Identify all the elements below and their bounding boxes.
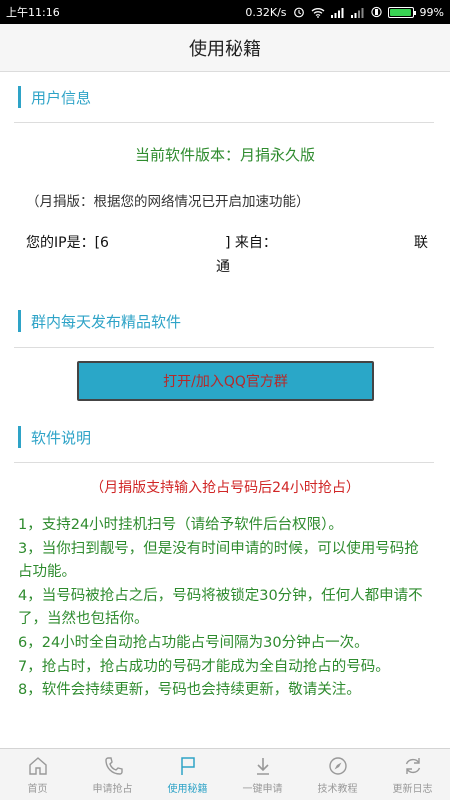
ip-value-redacted xyxy=(109,232,225,252)
ip-origin-label: ] 来自： xyxy=(224,235,277,251)
alarm-icon xyxy=(293,6,305,18)
refresh-icon xyxy=(405,757,420,774)
page-title: 使用秘籍 xyxy=(189,38,261,60)
list-item: 3，当你扫到靓号，但是没有时间申请的时候，可以使用号码抢占功能。 xyxy=(18,540,419,581)
download-arrow-icon xyxy=(256,757,269,775)
acceleration-note: （月捐版：根据您的网络情况已开启加速功能） xyxy=(26,194,310,210)
nav-label: 更新日志 xyxy=(392,783,433,795)
list-item: 7，抢占时，抢占成功的号码才能成为全自动抢占的号码。 xyxy=(18,658,390,675)
section-accent-bar xyxy=(18,310,21,332)
divider xyxy=(14,347,434,348)
isp-text-part2: 通 xyxy=(216,259,230,275)
bottom-nav: 首页 申请抢占 使用秘籍 一键申请 技术教程 更新日志 xyxy=(0,748,450,800)
page-title-bar: 使用秘籍 xyxy=(0,24,450,72)
battery-percent: 99% xyxy=(419,5,444,19)
status-time: 上午11:16 xyxy=(6,6,60,19)
nav-item-one-click-apply[interactable]: 一键申请 xyxy=(225,749,300,800)
nav-label: 申请抢占 xyxy=(92,783,133,795)
section-accent-bar xyxy=(18,426,21,448)
join-qq-group-button[interactable]: 打开/加入QQ官方群 xyxy=(77,361,374,401)
divider xyxy=(14,462,434,463)
feature-list: 1，支持24小时挂机扫号（请给予软件后台权限）。 3，当你扫到靓号，但是没有时间… xyxy=(18,514,430,703)
software-version: 当前软件版本：月捐永久版 xyxy=(134,146,315,164)
compass-icon xyxy=(328,756,347,775)
signal-icon xyxy=(330,7,345,18)
list-item: 1，支持24小时挂机扫号（请给予软件后台权限）。 xyxy=(18,517,343,533)
ip-label: 您的IP是：[6 xyxy=(26,235,109,251)
vibrate-icon xyxy=(370,6,382,18)
nav-item-apply-grab[interactable]: 申请抢占 xyxy=(75,749,150,800)
content-scroll-area[interactable]: 用户信息 当前软件版本：月捐永久版 （月捐版：根据您的网络情况已开启加速功能） … xyxy=(0,72,450,748)
network-speed: 0.32K/s xyxy=(245,5,287,19)
signal-icon-secondary xyxy=(350,7,365,18)
nav-label: 一键申请 xyxy=(242,783,283,795)
list-item: 8，软件会持续更新，号码也会持续更新，敬请关注。 xyxy=(18,682,361,699)
nav-item-tips[interactable]: 使用秘籍 xyxy=(150,749,225,800)
nav-label: 使用秘籍 xyxy=(167,783,208,795)
nav-item-home[interactable]: 首页 xyxy=(0,749,75,800)
isp-text-part1: 联 xyxy=(414,235,428,251)
section-heading-user-info: 用户信息 xyxy=(18,86,91,108)
section-heading-text: 用户信息 xyxy=(31,88,92,107)
section-accent-bar xyxy=(18,86,21,108)
status-bar: 上午11:16 0.32K/s 99% xyxy=(0,0,450,24)
nav-item-tutorials[interactable]: 技术教程 xyxy=(300,749,375,800)
section-heading-instructions: 软件说明 xyxy=(18,426,91,448)
divider xyxy=(14,122,434,123)
monthly-edition-note: （月捐版支持输入抢占号码后24小时抢占） xyxy=(90,480,360,496)
home-icon xyxy=(28,756,47,775)
list-item: 6，24小时全自动抢占功能占号间隔为30分钟占一次。 xyxy=(18,634,369,651)
section-heading-group: 群内每天发布精品软件 xyxy=(18,310,181,332)
ip-info-row: 您的IP是：[6 ] 来自： 联 xyxy=(26,232,428,252)
section-heading-text: 软件说明 xyxy=(31,428,92,447)
phone-icon xyxy=(104,756,123,775)
flag-icon xyxy=(180,756,195,775)
nav-label: 技术教程 xyxy=(317,783,358,795)
wifi-icon xyxy=(311,7,325,18)
section-heading-text: 群内每天发布精品软件 xyxy=(31,312,182,331)
nav-item-changelog[interactable]: 更新日志 xyxy=(375,749,450,800)
battery-icon xyxy=(387,6,416,18)
list-item: 4，当号码被抢占之后，号码将被锁定30分钟，任何人都申请不了，当然也包括你。 xyxy=(18,587,423,628)
nav-label: 首页 xyxy=(27,783,48,795)
